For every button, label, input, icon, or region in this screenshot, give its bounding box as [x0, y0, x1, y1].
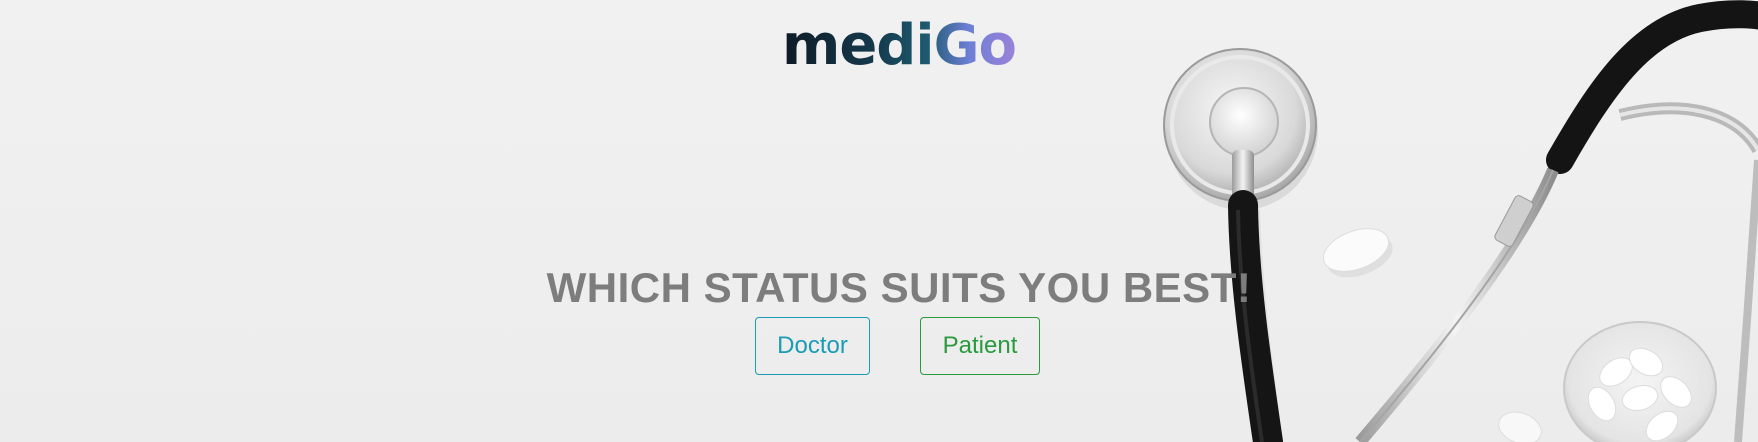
- page-headline: WHICH STATUS SUITS YOU BEST!: [546, 264, 1252, 311]
- landing-page: mediGo WHICH STATUS SUITS YOU BEST! Doct…: [0, 0, 1758, 442]
- logo-text: mediGo: [781, 13, 1017, 78]
- logo[interactable]: mediGo: [0, 10, 1758, 82]
- doctor-button[interactable]: Doctor: [755, 317, 870, 375]
- pill-bowl: [1498, 321, 1717, 442]
- patient-button[interactable]: Patient: [920, 317, 1040, 375]
